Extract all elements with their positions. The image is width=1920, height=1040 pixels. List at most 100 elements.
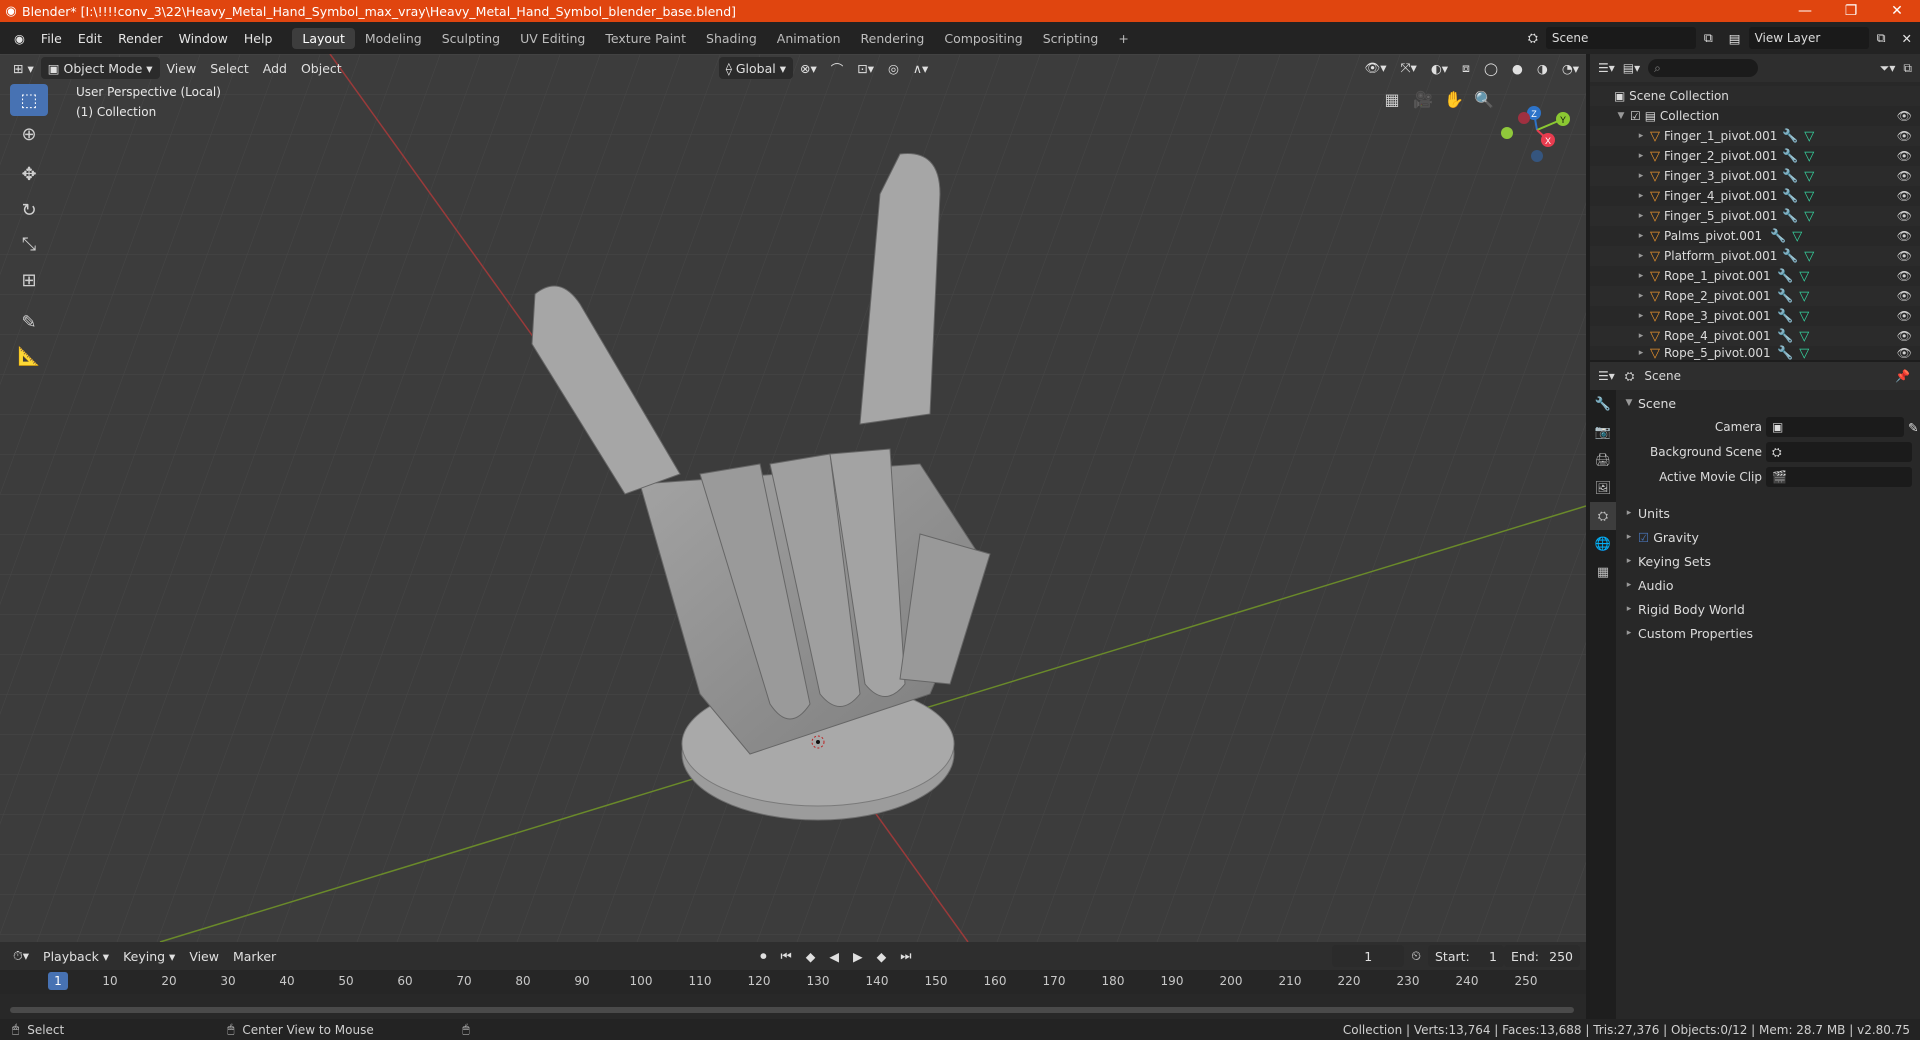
viewport-menu-select[interactable]: Select	[203, 57, 256, 79]
expand-arrow-icon[interactable]: ▸	[1636, 251, 1646, 261]
outliner-item[interactable]: ▸ ▽ Finger_5_pivot.001 🔧 ▽ 👁	[1590, 206, 1920, 226]
eye-icon[interactable]: 👁	[1897, 269, 1912, 283]
end-frame-field[interactable]: End: 250	[1504, 945, 1580, 967]
play-reverse-icon[interactable]: ◀	[822, 945, 846, 967]
mesh-data-icon[interactable]: ▽	[1804, 169, 1814, 184]
annotate-tool-icon[interactable]: ✎	[10, 306, 48, 338]
preview-range-icon[interactable]: ⏲	[1404, 945, 1428, 967]
proportional-edit-icon[interactable]: ◎	[881, 57, 906, 79]
modifier-wrench-icon[interactable]: 🔧	[1777, 309, 1793, 324]
outliner-editor-type-icon[interactable]: ☰▾	[1598, 61, 1615, 75]
workspace-tab-compositing[interactable]: Compositing	[934, 28, 1032, 49]
camera-field[interactable]: ▣	[1766, 417, 1904, 437]
viewport-menu-add[interactable]: Add	[256, 57, 294, 79]
mesh-data-icon[interactable]: ▽	[1799, 309, 1809, 324]
pin-icon[interactable]: 📌	[1895, 369, 1910, 383]
expand-arrow-icon[interactable]: ▸	[1636, 311, 1646, 321]
gizmo-neg-z-handle[interactable]	[1531, 150, 1543, 162]
rigid-body-world-panel-header[interactable]: ▸ Rigid Body World	[1616, 598, 1920, 620]
snap-target-icon[interactable]: ⊡▾	[850, 57, 881, 79]
mesh-data-icon[interactable]: ▽	[1804, 189, 1814, 204]
eye-icon[interactable]: 👁	[1897, 346, 1912, 360]
expand-arrow-icon[interactable]: ▸	[1636, 131, 1646, 141]
outliner-item[interactable]: ▸ ▽ Rope_2_pivot.001 🔧 ▽ 👁	[1590, 286, 1920, 306]
mesh-data-icon[interactable]: ▽	[1799, 346, 1809, 361]
xray-toggle-icon[interactable]: ⧈	[1455, 57, 1477, 79]
timeline-ruler[interactable]: 1 10 20 30 40 50 60 70 80 90 100 110 120…	[0, 970, 1586, 994]
wireframe-shading-icon[interactable]: ◯	[1477, 57, 1505, 79]
toggle-grid-view-icon[interactable]: ▦	[1378, 85, 1406, 113]
mesh-data-icon[interactable]: ▽	[1804, 129, 1814, 144]
keying-sets-panel-header[interactable]: ▸ Keying Sets	[1616, 550, 1920, 572]
eye-icon[interactable]: 👁	[1897, 149, 1912, 163]
mesh-data-icon[interactable]: ▽	[1792, 229, 1802, 244]
eye-icon[interactable]: 👁	[1897, 129, 1912, 143]
scale-tool-icon[interactable]: ⤡	[10, 228, 48, 260]
eye-icon[interactable]: 👁	[1897, 189, 1912, 203]
collection-row[interactable]: ▼ ☑ ▤ Collection 👁	[1590, 106, 1920, 126]
filter-icon[interactable]: ⏷▾	[1880, 61, 1896, 76]
modifier-wrench-icon[interactable]: 🔧	[1777, 289, 1793, 304]
scene-collection-row[interactable]: ▣ Scene Collection	[1590, 86, 1920, 106]
measure-tool-icon[interactable]: 📐	[10, 340, 48, 372]
camera-view-icon[interactable]: 🎥	[1409, 85, 1437, 113]
falloff-icon[interactable]: ∧▾	[906, 57, 935, 79]
outliner-item[interactable]: ▸ ▽ Rope_3_pivot.001 🔧 ▽ 👁	[1590, 306, 1920, 326]
mesh-data-icon[interactable]: ▽	[1804, 209, 1814, 224]
expand-arrow-icon[interactable]: ▼	[1616, 111, 1626, 121]
eye-icon[interactable]: 👁	[1897, 109, 1912, 123]
modifier-wrench-icon[interactable]: 🔧	[1770, 229, 1786, 244]
gizmo-neg-x-handle[interactable]	[1518, 112, 1530, 124]
menu-window[interactable]: Window	[171, 31, 236, 46]
timeline-menu-keying[interactable]: Keying ▾	[116, 945, 182, 967]
outliner-item[interactable]: ▸ ▽ Finger_1_pivot.001 🔧 ▽ 👁	[1590, 126, 1920, 146]
mesh-data-icon[interactable]: ▽	[1799, 329, 1809, 344]
start-frame-field[interactable]: Start: 1	[1428, 945, 1504, 967]
eye-icon[interactable]: 👁	[1897, 209, 1912, 223]
gizmo-neg-y-handle[interactable]	[1501, 127, 1513, 139]
scene-panel-header[interactable]: ▼ Scene	[1616, 392, 1920, 414]
workspace-tab-modeling[interactable]: Modeling	[355, 28, 432, 49]
mesh-data-icon[interactable]: ▽	[1804, 149, 1814, 164]
scene-field[interactable]: Scene	[1545, 27, 1696, 49]
outliner-item[interactable]: ▸ ▽ Platform_pivot.001 🔧 ▽ 👁	[1590, 246, 1920, 266]
units-panel-header[interactable]: ▸ Units	[1616, 502, 1920, 524]
expand-arrow-icon[interactable]: ▸	[1636, 331, 1646, 341]
restore-button[interactable]: ❐	[1828, 3, 1874, 19]
tool-tab-icon[interactable]: 🔧	[1590, 390, 1616, 418]
workspace-tab-rendering[interactable]: Rendering	[851, 28, 935, 49]
outliner-item[interactable]: ▸ ▽ Rope_5_pivot.001 🔧 ▽ 👁	[1590, 346, 1920, 361]
current-frame-field[interactable]: 1	[1332, 945, 1405, 967]
remove-view-layer-icon[interactable]: ✕	[1894, 31, 1920, 46]
outliner-item[interactable]: ▸ ▽ Finger_4_pivot.001 🔧 ▽ 👁	[1590, 186, 1920, 206]
jump-start-icon[interactable]: ⏮	[773, 945, 798, 967]
timeline-menu-playback[interactable]: Playback ▾	[36, 945, 116, 967]
outliner-item[interactable]: ▸ ▽ Rope_1_pivot.001 🔧 ▽ 👁	[1590, 266, 1920, 286]
mesh-data-icon[interactable]: ▽	[1799, 289, 1809, 304]
panel-expand-arrow-icon[interactable]: ▸	[1624, 580, 1634, 590]
next-keyframe-icon[interactable]: ◆	[870, 945, 894, 967]
modifier-wrench-icon[interactable]: 🔧	[1782, 249, 1798, 264]
panel-expand-arrow-icon[interactable]: ▸	[1624, 556, 1634, 566]
workspace-tab-texture-paint[interactable]: Texture Paint	[595, 28, 696, 49]
pivot-point-icon[interactable]: ⊗▾	[793, 57, 824, 79]
expand-arrow-icon[interactable]: ▸	[1636, 231, 1646, 241]
outliner-search-input[interactable]: ⌕	[1648, 59, 1759, 77]
expand-arrow-icon[interactable]: ▸	[1636, 151, 1646, 161]
menu-help[interactable]: Help	[236, 31, 281, 46]
move-tool-icon[interactable]: ✥	[10, 158, 48, 190]
material-shading-icon[interactable]: ◑	[1530, 57, 1555, 79]
audio-panel-header[interactable]: ▸ Audio	[1616, 574, 1920, 596]
viewport-menu-object[interactable]: Object	[294, 57, 349, 79]
modifier-wrench-icon[interactable]: 🔧	[1782, 189, 1798, 204]
transform-orientation-dropdown[interactable]: ⟠ Global ▾	[718, 57, 793, 79]
close-button[interactable]: ✕	[1874, 3, 1920, 19]
solid-shading-icon[interactable]: ●	[1505, 57, 1530, 79]
outliner-item[interactable]: ▸ ▽ Rope_4_pivot.001 🔧 ▽ 👁	[1590, 326, 1920, 346]
eye-icon[interactable]: 👁	[1897, 249, 1912, 263]
outliner-item[interactable]: ▸ ▽ Finger_3_pivot.001 🔧 ▽ 👁	[1590, 166, 1920, 186]
snap-icon[interactable]: ⌒	[824, 57, 851, 79]
display-mode-icon[interactable]: ▤▾	[1623, 61, 1640, 75]
gizmo-toggle-icon[interactable]: ⤧▾	[1394, 57, 1424, 79]
select-box-tool-icon[interactable]: ⬚	[10, 84, 48, 116]
